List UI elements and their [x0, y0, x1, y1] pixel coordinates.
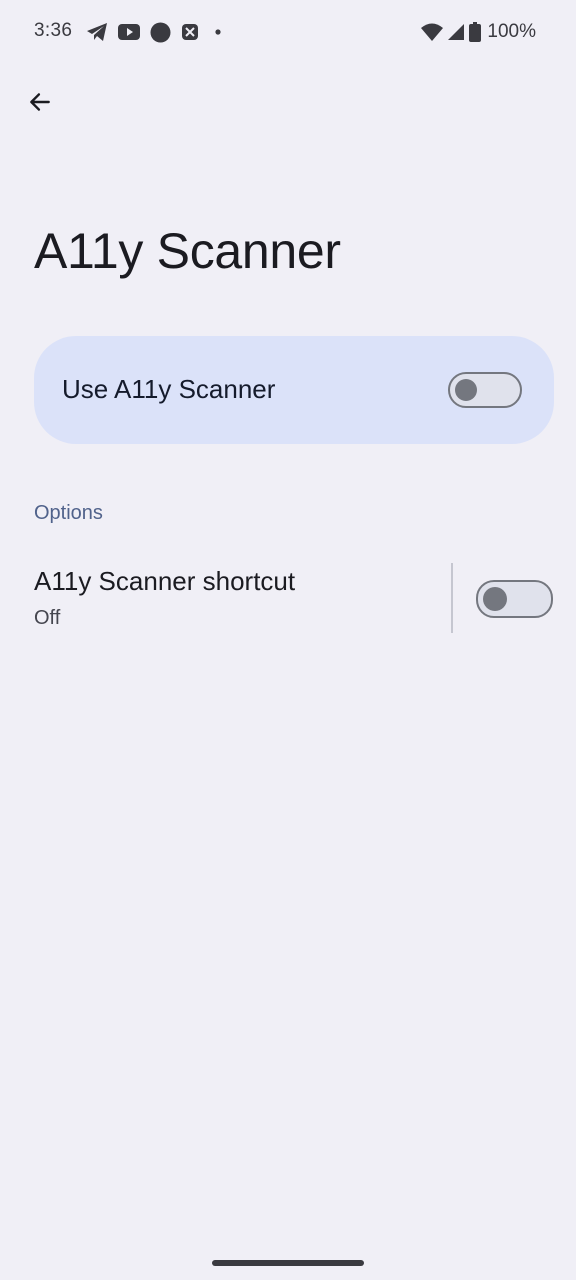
shortcut-preference-row[interactable]: A11y Scanner shortcut Off [0, 556, 576, 640]
shortcut-summary: Off [34, 607, 61, 629]
main-switch-label: Use A11y Scanner [62, 374, 276, 404]
back-button[interactable] [16, 78, 64, 126]
telegram-icon [87, 23, 107, 41]
page-title: A11y Scanner [34, 223, 341, 279]
main-switch-bar[interactable]: Use A11y Scanner [34, 336, 554, 444]
row-divider [451, 563, 453, 633]
dot-icon [215, 29, 221, 35]
status-bar: 3:36 100% [0, 0, 576, 64]
gesture-nav-handle[interactable] [212, 1260, 364, 1266]
arrow-back-icon [30, 93, 50, 111]
wifi-icon [421, 23, 444, 41]
notification-icons [86, 21, 227, 43]
crossed-box-icon [182, 24, 198, 40]
options-section-header: Options [34, 502, 103, 524]
battery-icon [469, 22, 482, 42]
cell-signal-icon [448, 24, 465, 40]
shortcut-switch-toggle[interactable] [476, 580, 553, 618]
system-icons: 100% [421, 20, 536, 44]
main-switch-toggle[interactable] [448, 372, 522, 408]
switch-thumb [455, 379, 477, 401]
status-time: 3:36 [34, 20, 73, 41]
shortcut-title: A11y Scanner shortcut [34, 566, 296, 596]
circle-app-icon [150, 22, 171, 42]
youtube-icon [118, 24, 140, 40]
switch-thumb [483, 587, 507, 611]
battery-percentage: 100% [487, 21, 536, 42]
